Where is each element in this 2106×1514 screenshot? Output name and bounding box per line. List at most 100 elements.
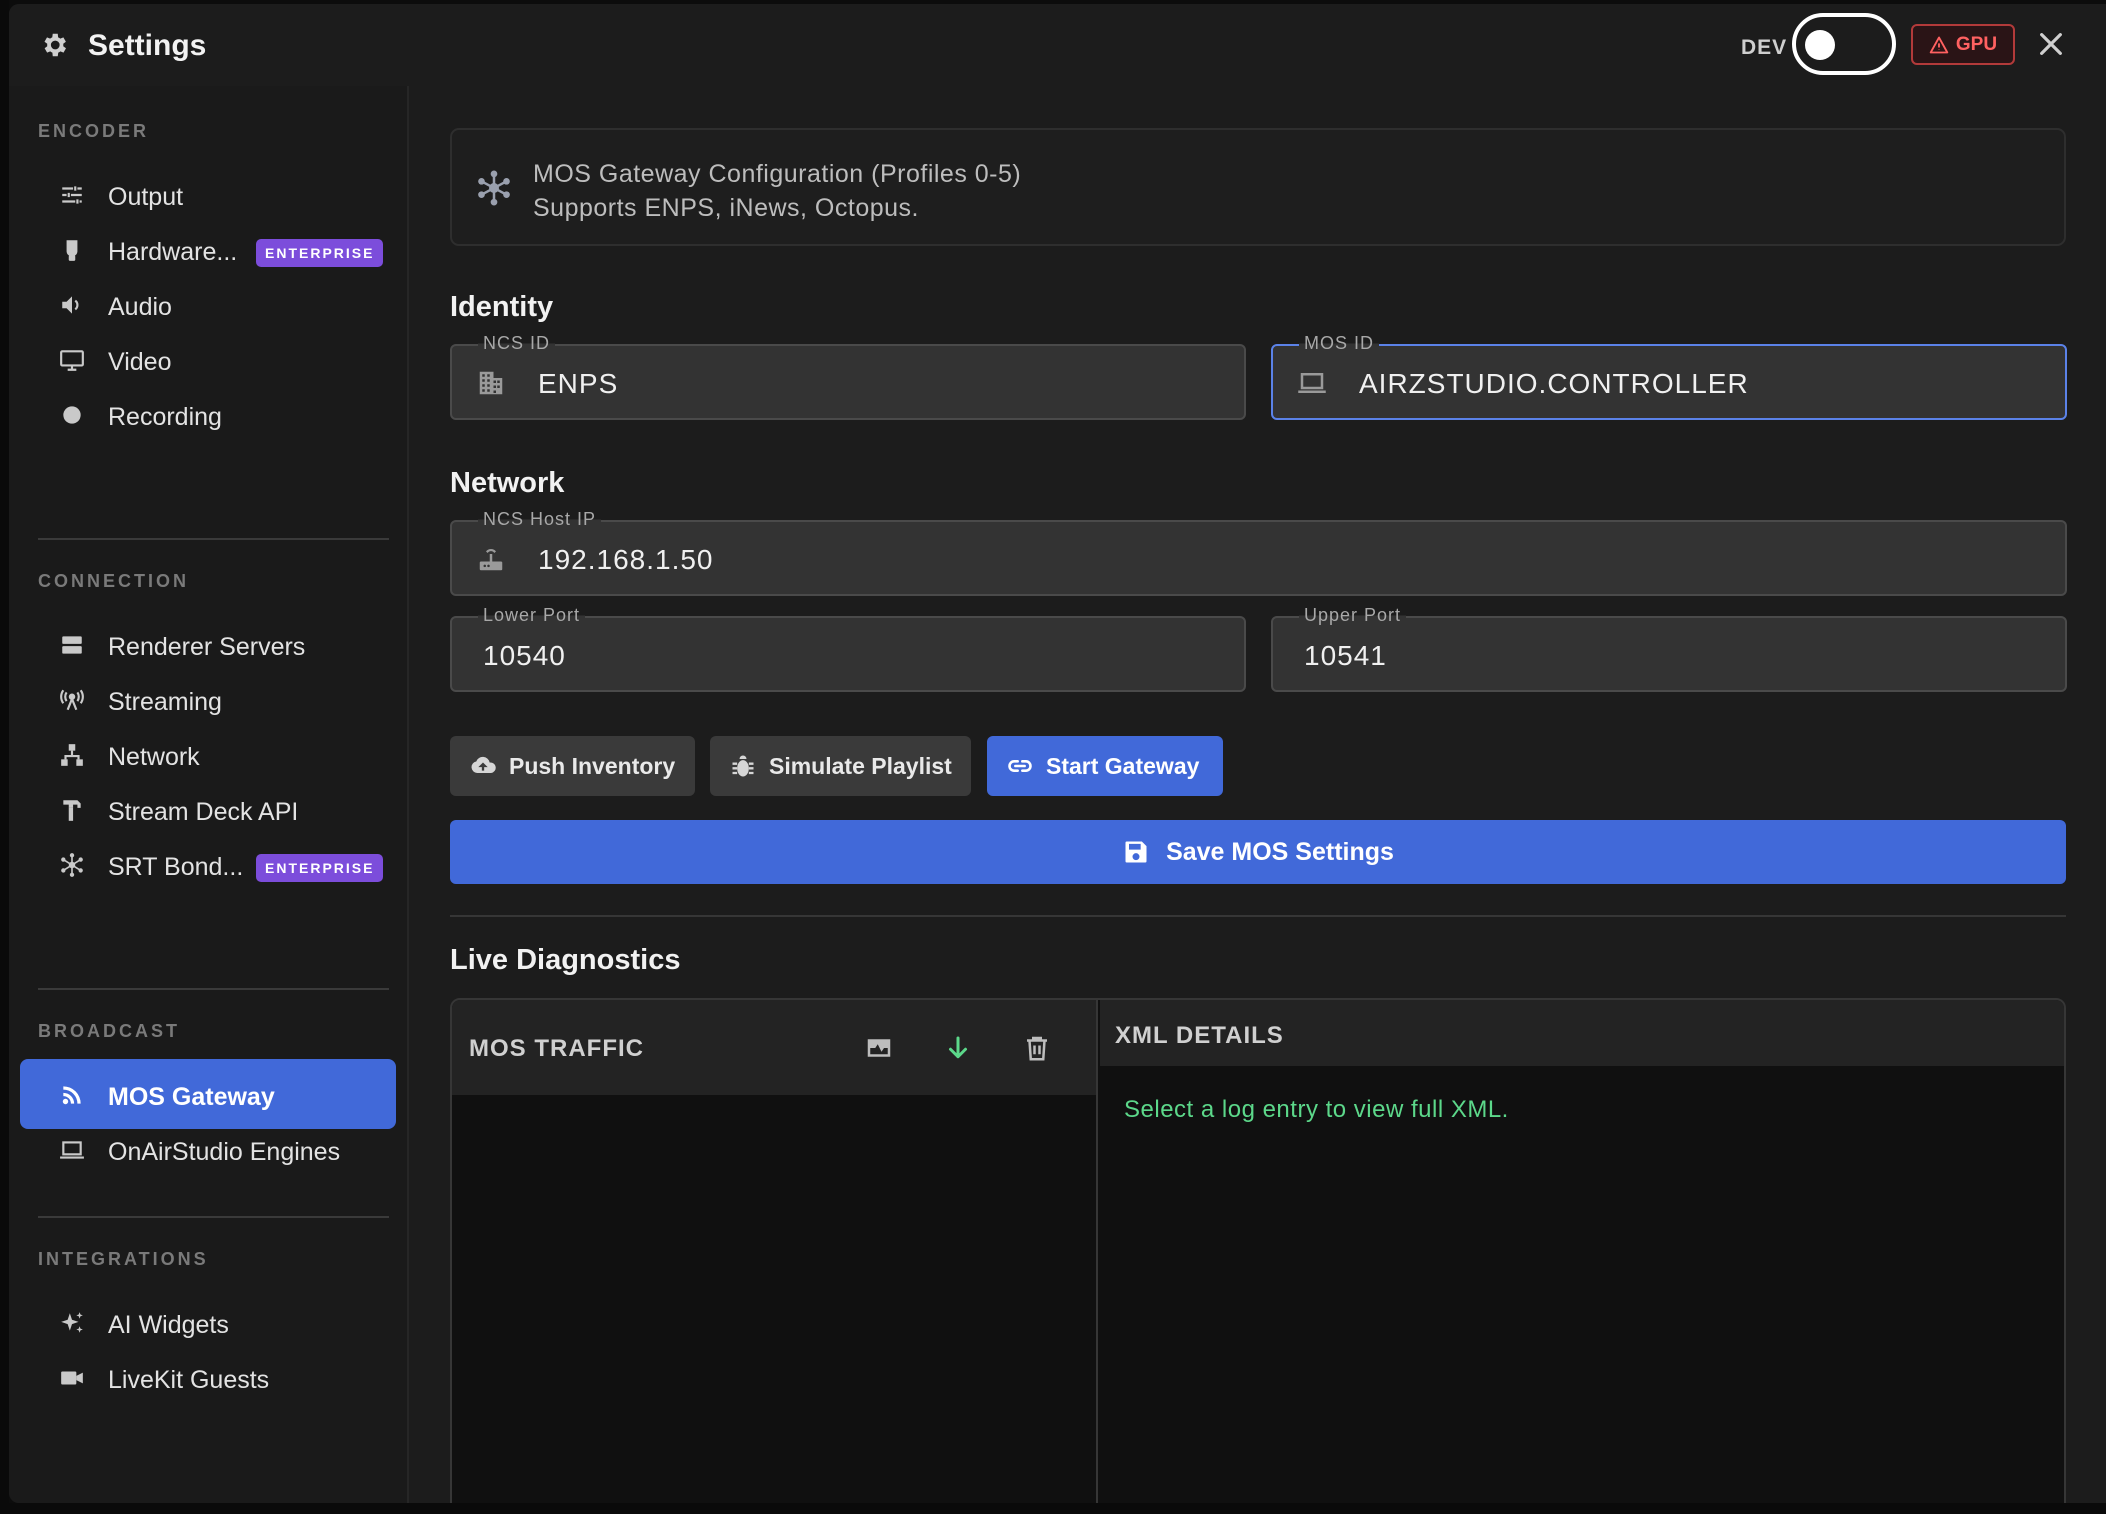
section-divider xyxy=(450,915,2066,917)
gpu-label: GPU xyxy=(1955,33,1998,55)
sidebar-item-label: OnAirStudio Engines xyxy=(108,1138,341,1166)
sidebar-item-label: Output xyxy=(108,183,184,211)
sidebar-item-label: Audio xyxy=(108,293,172,321)
network-heading: Network xyxy=(450,467,565,499)
video-camera-icon xyxy=(59,1365,85,1391)
upper-port-field[interactable]: Upper Port 10541 xyxy=(1271,605,2067,692)
arrow-down-icon[interactable] xyxy=(943,1033,973,1063)
backdrop-bottom xyxy=(0,1503,2106,1514)
sidebar-item-label: LiveKit Guests xyxy=(108,1366,270,1394)
laptop-icon xyxy=(1297,368,1327,398)
link-icon xyxy=(1008,760,1032,772)
dialog-header: Settings DEV GPU xyxy=(9,4,2106,86)
simulate-playlist-label: Simulate Playlist xyxy=(769,752,952,779)
mos-id-field[interactable]: MOS ID AIRZSTUDIO.CONTROLLER xyxy=(1271,333,2067,420)
sidebar-item-label: AI Widgets xyxy=(108,1311,229,1339)
toggle-knob xyxy=(1805,30,1835,60)
sidebar-item-label: Streaming xyxy=(108,688,222,716)
activity-monitor-icon[interactable] xyxy=(864,1033,894,1063)
settings-dialog: Settings DEV GPU ENCODER Output Hardware… xyxy=(9,4,2106,1503)
mos-traffic-pane: MOS TRAFFIC xyxy=(452,1000,1098,1503)
ncs-host-ip-field[interactable]: NCS Host IP 192.168.1.50 xyxy=(450,509,2067,596)
laptop-icon xyxy=(59,1137,85,1163)
dialog-title: Settings xyxy=(88,29,207,62)
section-label-encoder: ENCODER xyxy=(38,121,150,141)
sidebar-item-label: MOS Gateway xyxy=(108,1083,275,1111)
lower-port-value: 10540 xyxy=(483,640,566,671)
server-icon xyxy=(59,632,85,658)
rss-icon xyxy=(59,1082,85,1108)
start-gateway-label: Start Gateway xyxy=(1046,752,1200,779)
broadcast-tower-icon xyxy=(59,687,85,713)
close-icon xyxy=(2040,33,2062,55)
upper-port-value: 10541 xyxy=(1304,640,1387,671)
monitor-icon xyxy=(59,347,85,373)
live-diagnostics-heading: Live Diagnostics xyxy=(450,944,681,976)
sidebar-divider xyxy=(38,1216,389,1218)
speaker-icon xyxy=(59,292,85,318)
settings-main-panel: MOS Gateway Configuration (Profiles 0-5)… xyxy=(409,86,2106,1503)
enterprise-badge: ENTERPRISE xyxy=(256,239,384,267)
gpu-warning-badge[interactable]: GPU xyxy=(1911,24,2015,65)
hammer-icon xyxy=(59,797,85,823)
mos-traffic-title: MOS TRAFFIC xyxy=(469,1035,644,1062)
upper-port-label: Upper Port xyxy=(1299,605,1407,626)
ncs-id-value: ENPS xyxy=(538,368,619,399)
enterprise-badge: ENTERPRISE xyxy=(256,854,384,882)
section-label-connection: CONNECTION xyxy=(38,571,189,591)
info-line-2: Supports ENPS, iNews, Octopus. xyxy=(533,194,919,222)
hub-icon xyxy=(59,852,85,878)
dev-mode-label: DEV xyxy=(1741,36,1788,59)
info-line-1: MOS Gateway Configuration (Profiles 0-5) xyxy=(533,160,1022,188)
save-mos-settings-button[interactable]: Save MOS Settings xyxy=(450,820,2066,884)
settings-sidebar: ENCODER Output Hardware... ENTERPRISE Au… xyxy=(9,86,409,1503)
mos-info-box: MOS Gateway Configuration (Profiles 0-5)… xyxy=(450,128,2066,246)
sidebar-item-recording[interactable]: Recording xyxy=(20,379,396,449)
start-gateway-button[interactable]: Start Gateway xyxy=(987,736,1223,796)
section-label-integrations: INTEGRATIONS xyxy=(38,1249,209,1269)
sidebar-item-label: Stream Deck API xyxy=(108,798,299,826)
sidebar-item-label: SRT Bond... xyxy=(108,853,244,881)
sidebar-item-label: Renderer Servers xyxy=(108,633,306,661)
sidebar-item-livekit-guests[interactable]: LiveKit Guests xyxy=(20,1342,396,1412)
sliders-icon xyxy=(59,182,85,208)
close-button[interactable] xyxy=(2035,28,2067,60)
trash-icon[interactable] xyxy=(1022,1033,1052,1063)
diagnostics-panel: MOS TRAFFIC XML DETAILS Select a log ent… xyxy=(450,998,2066,1503)
ncs-id-field[interactable]: NCS ID ENPS xyxy=(450,333,1246,420)
ncs-host-ip-value: 192.168.1.50 xyxy=(538,544,714,575)
lower-port-field[interactable]: Lower Port 10540 xyxy=(450,605,1246,692)
save-mos-settings-label: Save MOS Settings xyxy=(1166,837,1394,866)
simulate-playlist-button[interactable]: Simulate Playlist xyxy=(710,736,971,796)
sidebar-item-label: Hardware... xyxy=(108,238,238,266)
router-icon xyxy=(476,544,506,574)
mos-id-value: AIRZSTUDIO.CONTROLLER xyxy=(1359,368,1749,399)
gpu-card-icon xyxy=(59,237,85,263)
sidebar-divider xyxy=(38,538,389,540)
push-inventory-label: Push Inventory xyxy=(509,752,676,779)
sidebar-item-label: Recording xyxy=(108,403,222,431)
sidebar-item-onairstudio-engines[interactable]: OnAirStudio Engines xyxy=(20,1114,396,1184)
push-inventory-button[interactable]: Push Inventory xyxy=(450,736,695,796)
sidebar-divider xyxy=(38,988,389,990)
cloud-upload-icon xyxy=(471,756,496,773)
ncs-id-label: NCS ID xyxy=(478,333,556,354)
lower-port-label: Lower Port xyxy=(478,605,586,626)
gear-icon xyxy=(39,30,69,60)
xml-details-title: XML DETAILS xyxy=(1115,1022,1284,1049)
ncs-host-ip-label: NCS Host IP xyxy=(478,509,602,530)
floppy-disk-icon xyxy=(1125,841,1147,863)
mos-traffic-header: MOS TRAFFIC xyxy=(452,1000,1096,1095)
xml-details-pane: XML DETAILS Select a log entry to view f… xyxy=(1100,1000,2064,1503)
network-tree-icon xyxy=(59,742,85,768)
sidebar-item-label: Network xyxy=(108,743,200,771)
sparkle-icon xyxy=(59,1310,85,1336)
dev-mode-toggle[interactable] xyxy=(1792,13,1896,75)
building-icon xyxy=(476,368,506,398)
record-dot-icon xyxy=(59,402,85,428)
sidebar-item-srt-bond[interactable]: SRT Bond... ENTERPRISE xyxy=(20,829,396,899)
hub-icon xyxy=(474,168,514,208)
xml-empty-message: Select a log entry to view full XML. xyxy=(1124,1096,1509,1123)
identity-heading: Identity xyxy=(450,291,554,323)
warning-triangle-icon xyxy=(1929,36,1949,53)
